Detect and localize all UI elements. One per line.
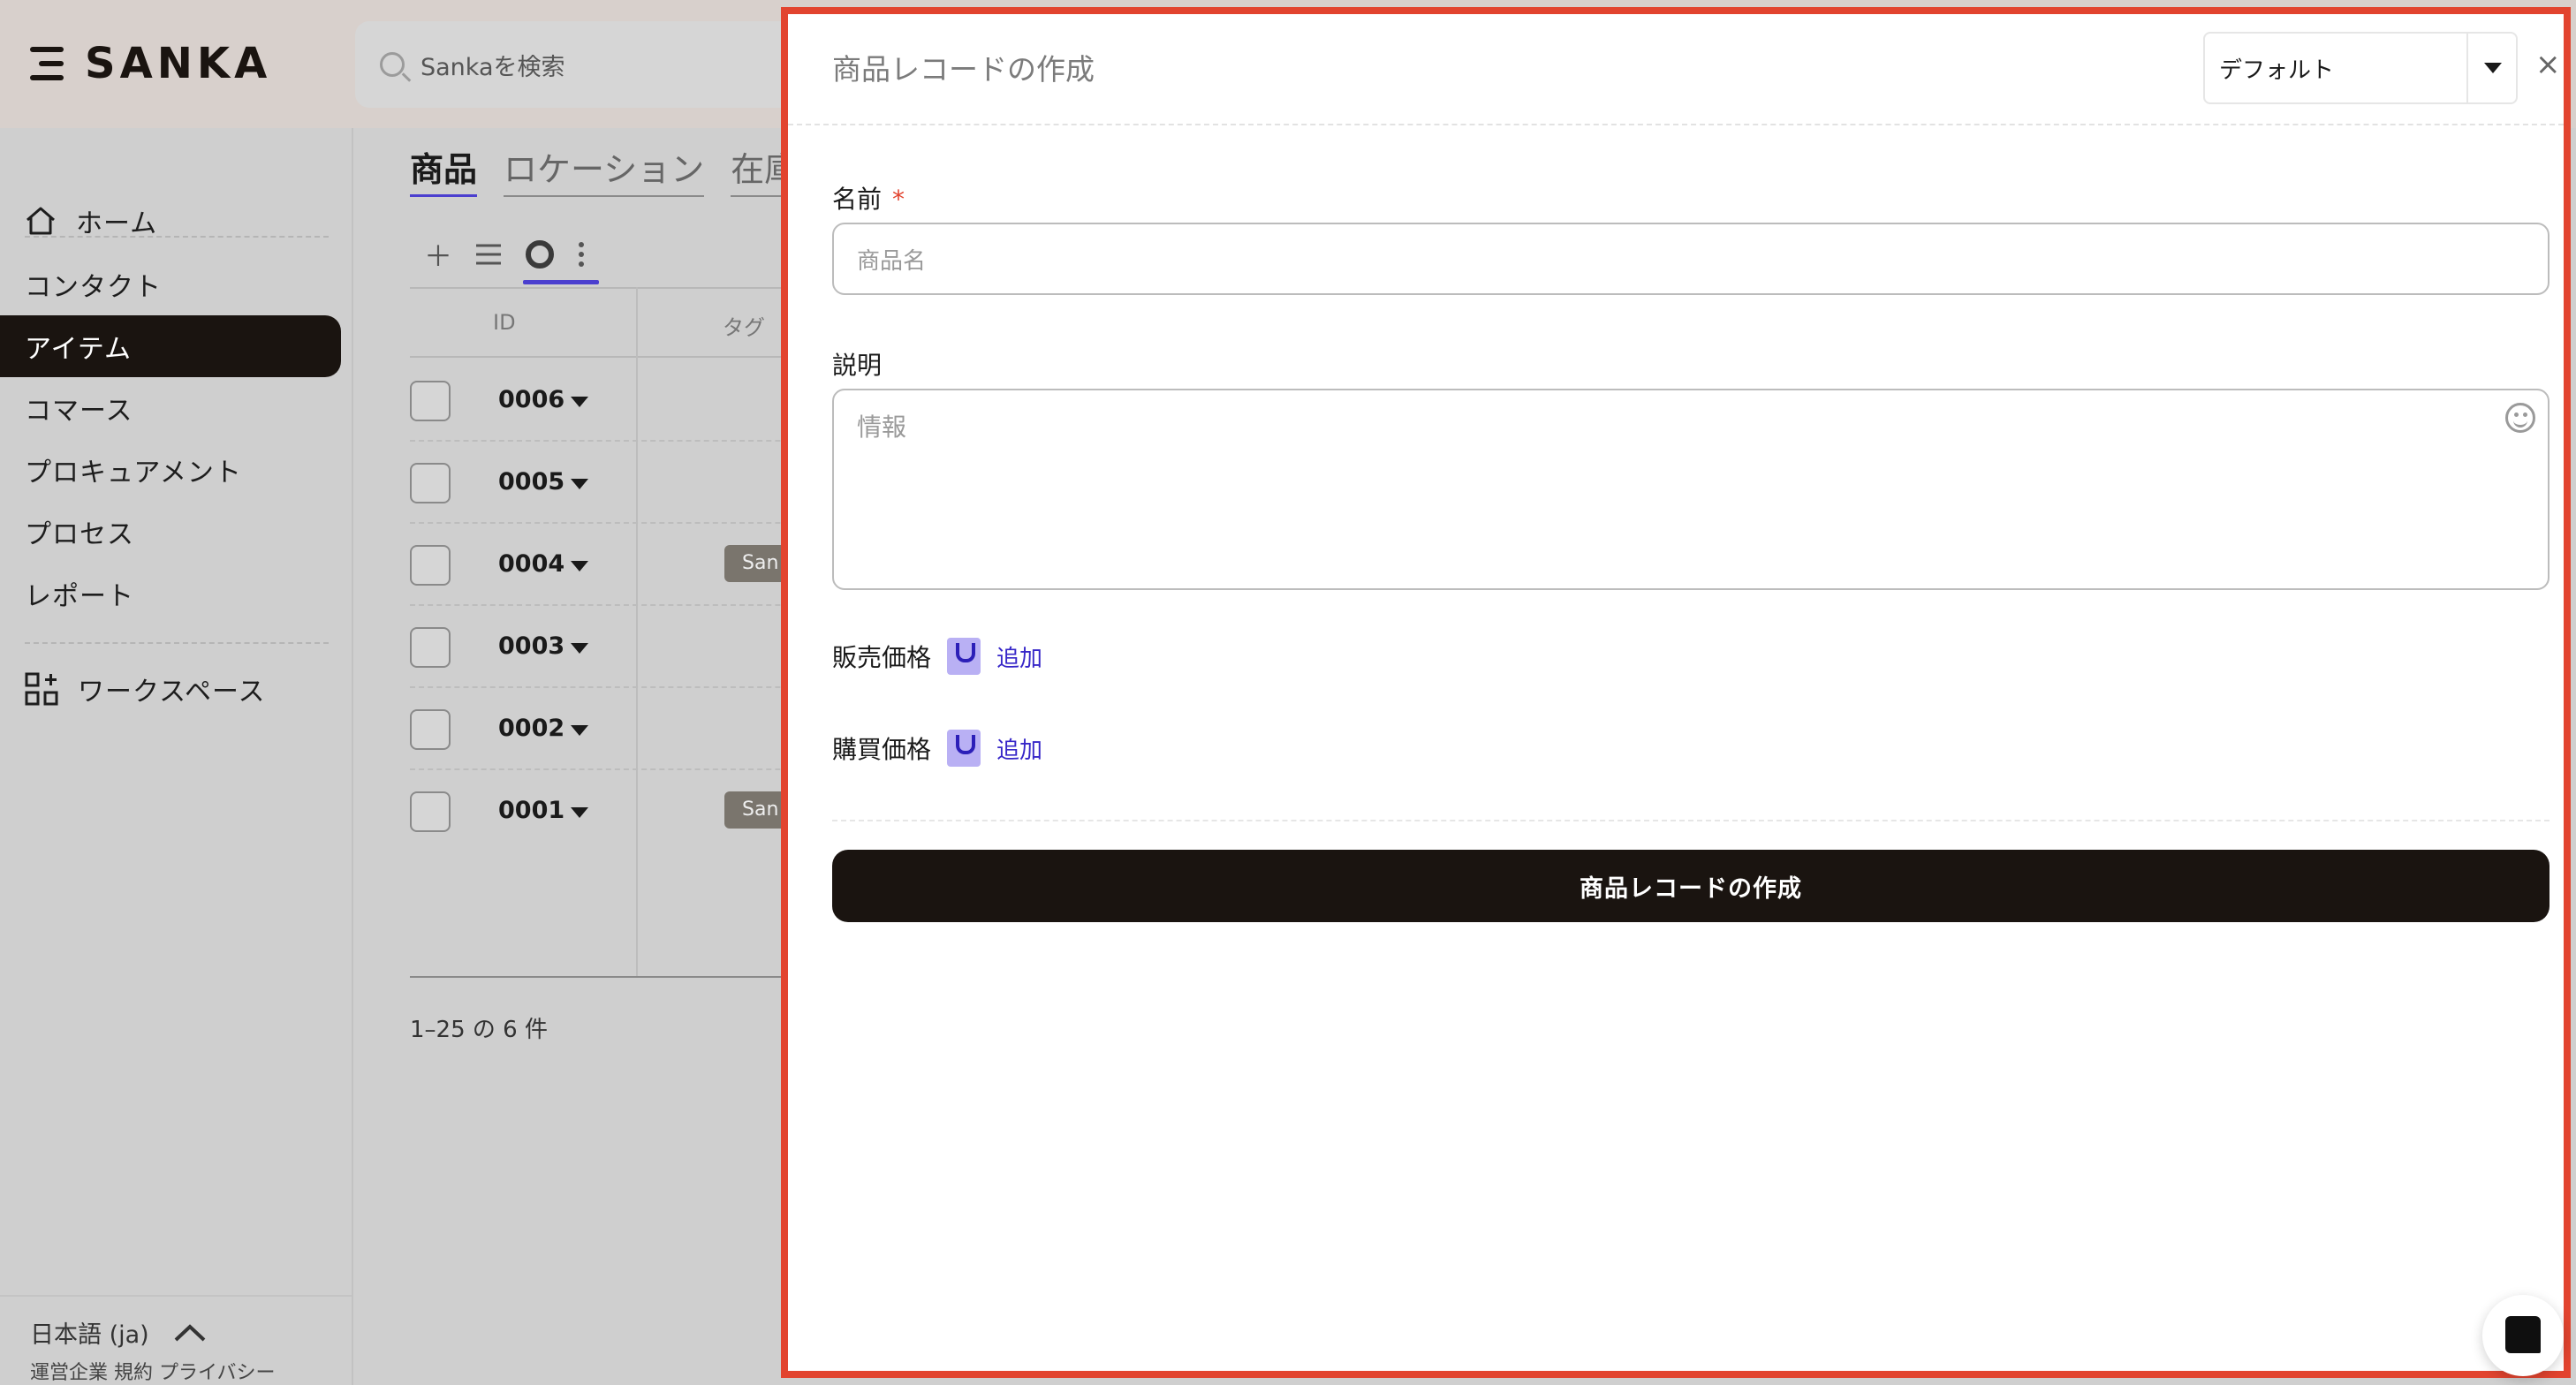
- plus-icon[interactable]: ＋: [424, 234, 452, 275]
- chat-icon[interactable]: [2482, 1295, 2564, 1376]
- sidebar-item-label: プロセス: [25, 519, 134, 550]
- sidebar-item-label: ワークスペース: [78, 677, 266, 708]
- name-label: 名前 *: [832, 180, 905, 216]
- sidebar-item-label: プロキュアメント: [25, 458, 242, 488]
- sidebar-item-label: アイテム: [25, 334, 132, 365]
- language-label: 日本語 (ja): [30, 1321, 149, 1349]
- sidebar-item-label: ホーム: [76, 208, 158, 239]
- add-purchase-price-link[interactable]: 追加: [996, 732, 1042, 765]
- sale-price-row: 販売価格 追加: [832, 638, 1042, 675]
- name-placeholder: 商品名: [857, 247, 927, 275]
- row-checkbox[interactable]: [410, 463, 451, 503]
- purchase-price-label: 購買価格: [832, 735, 932, 764]
- tab-locations[interactable]: ロケーション: [504, 142, 705, 197]
- sidebar-item-contacts[interactable]: コンタクト: [0, 254, 341, 315]
- nav-divider: [25, 236, 329, 238]
- sidebar: ホーム コンタクト アイテム コマース プロキュアメント プロセス レポート ワ…: [0, 128, 353, 1385]
- view-toolbar: ＋: [424, 234, 599, 284]
- workspace-icon: [25, 672, 58, 706]
- chevron-up-icon: [174, 1323, 206, 1341]
- chevron-down-icon[interactable]: [571, 397, 588, 407]
- search-placeholder: Sankaを検索: [420, 53, 565, 81]
- sidebar-item-label: コンタクト: [25, 272, 162, 303]
- row-checkbox[interactable]: [410, 381, 451, 421]
- column-header-tag[interactable]: タグ: [723, 310, 765, 341]
- description-textarea[interactable]: 情報: [832, 389, 2549, 590]
- view-select-value: デフォルト: [2219, 57, 2335, 84]
- chevron-down-icon[interactable]: [571, 807, 588, 818]
- home-icon: [25, 206, 57, 236]
- sidebar-item-reports[interactable]: レポート: [0, 563, 341, 624]
- chevron-down-icon[interactable]: [571, 725, 588, 736]
- drawer-title: 商品レコードの作成: [832, 52, 1095, 87]
- tab-bar: 商品 ロケーション 在庫: [410, 142, 799, 197]
- sidebar-item-home[interactable]: ホーム: [0, 190, 341, 252]
- drawer-header-divider: [788, 124, 2564, 125]
- emoji-icon[interactable]: [2505, 403, 2535, 433]
- add-sale-price-link[interactable]: 追加: [996, 640, 1042, 673]
- row-id[interactable]: 0003: [498, 632, 564, 660]
- sidebar-item-workspace[interactable]: ワークスペース: [0, 658, 341, 720]
- row-id[interactable]: 0004: [498, 550, 564, 578]
- column-header-id[interactable]: ID: [493, 310, 516, 335]
- required-marker: *: [892, 185, 905, 214]
- logo[interactable]: SANKA: [30, 39, 271, 88]
- menu-icon[interactable]: [30, 47, 65, 80]
- sale-price-label: 販売価格: [832, 643, 932, 672]
- close-icon[interactable]: ×: [2535, 49, 2561, 79]
- row-id[interactable]: 0001: [498, 797, 564, 824]
- name-label-text: 名前: [832, 185, 883, 214]
- description-placeholder: 情報: [857, 412, 907, 442]
- language-selector[interactable]: 日本語 (ja): [30, 1315, 208, 1350]
- magnet-icon[interactable]: [947, 730, 981, 767]
- create-product-drawer: 商品レコードの作成 デフォルト × 名前 * 商品名 説明 情報 販売価格 追加 …: [781, 7, 2571, 1378]
- tab-products[interactable]: 商品: [410, 142, 478, 197]
- row-id[interactable]: 0005: [498, 468, 564, 496]
- purchase-price-row: 購買価格 追加: [832, 730, 1042, 767]
- magnet-icon[interactable]: [947, 638, 981, 675]
- row-id[interactable]: 0006: [498, 386, 564, 413]
- chevron-down-icon[interactable]: [2466, 33, 2516, 103]
- active-view-indicator: [523, 280, 599, 284]
- brand-name: SANKA: [85, 39, 272, 88]
- chevron-down-icon[interactable]: [571, 479, 588, 489]
- view-select[interactable]: デフォルト: [2203, 32, 2518, 104]
- sidebar-item-procurement[interactable]: プロキュアメント: [0, 439, 341, 501]
- more-icon[interactable]: [578, 241, 585, 268]
- chevron-down-icon[interactable]: [571, 643, 588, 654]
- sidebar-item-items[interactable]: アイテム: [0, 315, 341, 377]
- sidebar-item-label: レポート: [25, 581, 134, 612]
- name-input[interactable]: 商品名: [832, 223, 2549, 295]
- sidebar-item-commerce[interactable]: コマース: [0, 377, 341, 439]
- row-checkbox[interactable]: [410, 791, 451, 832]
- pagination-count: 1–25 の 6 件: [410, 1017, 548, 1043]
- row-checkbox[interactable]: [410, 627, 451, 668]
- search-icon: [380, 52, 405, 77]
- list-icon[interactable]: [475, 243, 502, 266]
- form-divider: [832, 820, 2549, 821]
- chevron-down-icon[interactable]: [571, 561, 588, 571]
- sidebar-item-process[interactable]: プロセス: [0, 501, 341, 563]
- search-input[interactable]: Sankaを検索: [355, 21, 850, 108]
- create-product-button[interactable]: 商品レコードの作成: [832, 850, 2549, 922]
- row-checkbox[interactable]: [410, 709, 451, 750]
- description-label: 説明: [832, 351, 883, 380]
- nav-divider: [25, 642, 329, 644]
- sidebar-item-label: コマース: [25, 396, 133, 427]
- footer-links[interactable]: 運営企業 規約 プライバシー: [30, 1357, 276, 1385]
- circle-view-icon[interactable]: [525, 239, 555, 269]
- row-checkbox[interactable]: [410, 545, 451, 586]
- sidebar-footer-divider: [0, 1295, 352, 1297]
- row-id[interactable]: 0002: [498, 715, 564, 742]
